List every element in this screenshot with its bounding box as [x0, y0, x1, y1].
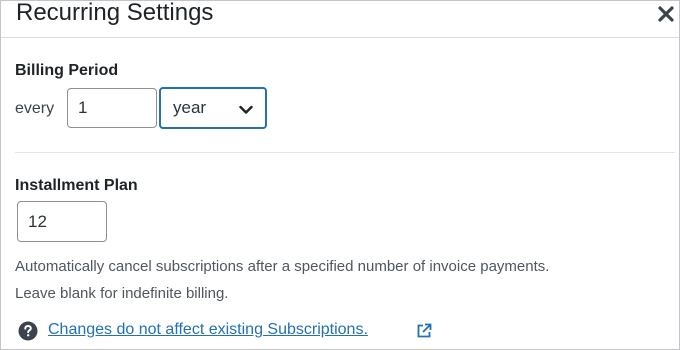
- installment-count-input[interactable]: [17, 201, 107, 242]
- question-circle-icon: [18, 321, 38, 341]
- every-label: every: [15, 100, 55, 117]
- close-icon[interactable]: [655, 3, 677, 25]
- existing-subscriptions-link[interactable]: Changes do not affect existing Subscript…: [48, 321, 368, 339]
- chevron-down-icon: [239, 102, 253, 120]
- external-link-icon[interactable]: [416, 323, 432, 339]
- billing-interval-input[interactable]: [67, 88, 157, 128]
- section-divider: [15, 152, 675, 153]
- modal-header: Recurring Settings: [1, 0, 679, 38]
- billing-unit-value: year: [173, 98, 207, 117]
- installment-plan-label: Installment Plan: [15, 177, 138, 194]
- installment-help-line-2: Leave blank for indefinite billing.: [15, 285, 229, 302]
- modal-title: Recurring Settings: [16, 0, 214, 26]
- installment-help-text: Automatically cancel subscriptions after…: [15, 253, 675, 307]
- billing-period-label: Billing Period: [15, 62, 119, 79]
- billing-unit-select[interactable]: year: [159, 87, 267, 129]
- installment-help-line-1: Automatically cancel subscriptions after…: [15, 258, 550, 275]
